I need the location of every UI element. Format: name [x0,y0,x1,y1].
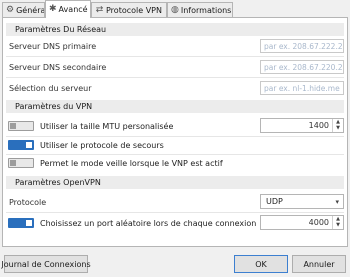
mtu-label: Utiliser la taille MTU personalisée [40,122,174,131]
ok-button-label: OK [255,259,267,269]
toggle-knob [26,220,32,226]
protocol-label: Protocole [9,198,47,207]
dns-secondary-label: Serveur DNS secondaire [9,63,107,72]
toggle-knob [10,160,16,166]
divider [6,136,344,137]
tab-general-label: Général [16,5,45,15]
connection-log-button-label: Journal de Connexions [1,259,91,269]
divider [6,77,344,78]
chevron-down-icon: ▾ [335,198,339,206]
mtu-toggle[interactable] [8,121,34,131]
dns-primary-input[interactable]: par ex. 208.67.222.222 [260,39,344,53]
tab-advanced-label: Avancé [58,5,88,14]
server-selection-placeholder: par ex. nl-1.hide.me [264,83,340,93]
divider [6,212,344,213]
toggle-knob [26,142,32,148]
fallback-protocol-toggle[interactable] [8,140,34,150]
protocol-value: UDP [266,197,283,206]
divider [6,56,344,57]
vpn-section-header: Paramètres du VPN [6,100,344,113]
fallback-protocol-label: Utiliser le protocole de secours [40,141,164,150]
server-selection-label: Sélection du serveur [9,84,92,93]
swap-arrows-icon: ⇄ [95,4,104,15]
tab-vpn-protocol-label: Protocole VPN [106,5,162,15]
port-stepper[interactable]: 4000 ▲ ▼ [260,215,344,230]
sleep-mode-toggle[interactable] [8,158,34,168]
divider [6,154,344,155]
stepper-down-icon[interactable]: ▼ [333,125,343,131]
tab-vpn-protocol[interactable]: ⇄ Protocole VPN [91,2,167,17]
gear-icon: ⚙ [6,4,15,15]
dns-secondary-placeholder: par ex. 208.67.220.220 [264,62,344,72]
mtu-value: 1400 [308,121,329,130]
toggle-knob [10,123,16,129]
port-value: 4000 [308,218,329,227]
settings-panel: Paramètres Du Réseau Serveur DNS primair… [2,17,348,247]
tab-general[interactable]: ⚙ Général [2,2,45,17]
openvpn-section-title: Paramètres OpenVPN [15,178,101,187]
network-section-title: Paramètres Du Réseau [15,25,107,34]
openvpn-section-header: Paramètres OpenVPN [6,176,344,189]
ok-button[interactable]: OK [234,255,288,273]
protocol-select[interactable]: UDP ▾ [260,194,344,209]
dns-primary-placeholder: par ex. 208.67.222.222 [264,41,344,51]
mtu-stepper[interactable]: 1400 ▲ ▼ [260,118,344,133]
tab-information[interactable]: ◍ Informations [167,2,233,17]
tab-bar: ⚙ Général ✱ Avancé ⇄ Protocole VPN ◍ Inf… [0,0,350,18]
network-section-header: Paramètres Du Réseau [6,23,344,36]
sleep-mode-label: Permet le mode veille lorsque le VNP est… [40,159,223,168]
stepper-down-icon[interactable]: ▼ [333,222,343,228]
tab-advanced[interactable]: ✱ Avancé [45,0,91,18]
cancel-button[interactable]: Annuler [292,255,346,273]
random-port-toggle[interactable] [8,218,34,228]
tab-information-label: Informations [180,5,232,15]
port-stepper-arrows[interactable]: ▲ ▼ [332,216,343,229]
cancel-button-label: Annuler [303,259,335,269]
dns-secondary-input[interactable]: par ex. 208.67.220.220 [260,60,344,74]
dns-primary-label: Serveur DNS primaire [9,42,97,51]
connection-log-button[interactable]: Journal de Connexions [1,255,91,273]
server-selection-input[interactable]: par ex. nl-1.hide.me [260,81,344,95]
mtu-stepper-arrows[interactable]: ▲ ▼ [332,119,343,132]
vpn-section-title: Paramètres du VPN [15,102,93,111]
globe-icon: ◍ [171,4,179,15]
random-port-label: Choisissez un port aléatoire lors de cha… [40,219,257,228]
asterisk-icon: ✱ [49,4,57,14]
